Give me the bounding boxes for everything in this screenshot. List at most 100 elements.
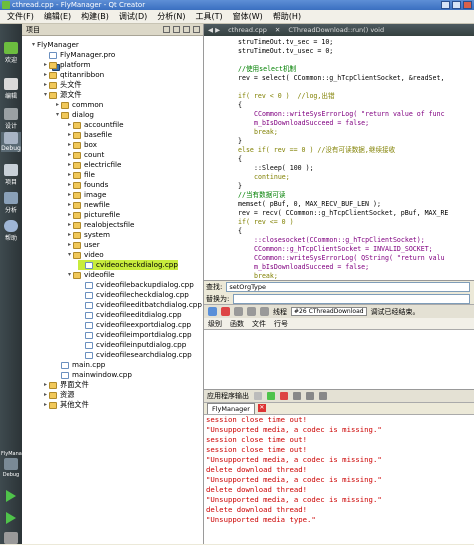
collapse-arrow-icon[interactable]: ▸: [66, 160, 73, 170]
tree-item[interactable]: FlyManager.pro: [42, 50, 115, 60]
mode-analyze[interactable]: 分析: [1, 192, 21, 214]
split-icon[interactable]: [183, 26, 190, 33]
menu-tools[interactable]: 工具(T): [191, 11, 228, 22]
tree-item[interactable]: ▸ picturefile: [66, 210, 120, 220]
collapse-arrow-icon[interactable]: ▸: [66, 170, 73, 180]
collapse-arrow-icon[interactable]: ▸: [66, 200, 73, 210]
tree-item[interactable]: main.cpp: [54, 360, 105, 370]
tree-item[interactable]: cvideocheckdialog.cpp: [78, 260, 178, 270]
expand-arrow-icon[interactable]: ▾: [54, 110, 61, 120]
tree-item[interactable]: ▸ 头文件: [42, 80, 82, 90]
menu-file[interactable]: 文件(F): [2, 11, 39, 22]
expand-arrow-icon[interactable]: ▾: [30, 40, 37, 50]
tree-item[interactable]: cvideofilesearchdialog.cpp: [78, 350, 192, 360]
close-tab-icon[interactable]: ✕: [257, 404, 266, 412]
expand-arrow-icon[interactable]: ▾: [42, 90, 49, 100]
collapse-arrow-icon[interactable]: ▸: [54, 100, 61, 110]
tree-item[interactable]: ▸ image: [66, 190, 106, 200]
stack-view[interactable]: [204, 330, 474, 390]
menu-build[interactable]: 构建(B): [76, 11, 114, 22]
tree-item[interactable]: cvideofileeditbatchdialog.cpp: [78, 300, 202, 310]
tree-item[interactable]: ▾ 源文件: [42, 90, 82, 100]
tree-item[interactable]: cvideofileinputdialog.cpp: [78, 340, 186, 350]
tree-item[interactable]: ▸ system: [66, 230, 110, 240]
menu-edit[interactable]: 编辑(E): [39, 11, 76, 22]
collapse-arrow-icon[interactable]: ▸: [66, 140, 73, 150]
close-file-icon[interactable]: ✕: [275, 26, 280, 34]
code-editor[interactable]: ◀ ▶ cthread.cpp ✕ CThreadDownload::run()…: [204, 24, 474, 280]
collapse-arrow-icon[interactable]: ▸: [66, 230, 73, 240]
stack-col-line[interactable]: 行号: [274, 319, 288, 329]
step-into-icon[interactable]: [247, 307, 256, 316]
collapse-arrow-icon[interactable]: ▸: [42, 60, 49, 70]
collapse-arrow-icon[interactable]: ▸: [42, 80, 49, 90]
collapse-arrow-icon[interactable]: ▸: [66, 220, 73, 230]
collapse-arrow-icon[interactable]: ▸: [42, 390, 49, 400]
mode-help[interactable]: 帮助: [1, 220, 21, 242]
tree-item[interactable]: ▸ basefile: [66, 130, 112, 140]
minimize-button[interactable]: [441, 1, 450, 9]
mode-edit[interactable]: 编辑: [1, 78, 21, 100]
tree-item[interactable]: ▸ platform: [42, 60, 91, 70]
tree-item[interactable]: cvideofilecheckdialog.cpp: [78, 290, 189, 300]
tree-item[interactable]: ▾ videofile: [66, 270, 115, 280]
attach-icon[interactable]: [254, 392, 262, 400]
mode-projects[interactable]: 项目: [1, 164, 21, 186]
tree-item[interactable]: cvideofilebackupdialog.cpp: [78, 280, 194, 290]
step-over-icon[interactable]: [234, 307, 243, 316]
mode-welcome[interactable]: 欢迎: [1, 42, 21, 64]
menu-analyze[interactable]: 分析(N): [152, 11, 190, 22]
collapse-arrow-icon[interactable]: ▸: [66, 150, 73, 160]
tree-item[interactable]: ▸ accountfile: [66, 120, 124, 130]
expand-arrow-icon[interactable]: ▾: [66, 270, 73, 280]
stack-col-file[interactable]: 文件: [252, 319, 266, 329]
zoom-in-icon[interactable]: [306, 392, 314, 400]
tree-item[interactable]: ▾ video: [66, 250, 104, 260]
tree-item[interactable]: ▸ qtitanribbon: [42, 70, 104, 80]
collapse-arrow-icon[interactable]: ▸: [66, 180, 73, 190]
collapse-arrow-icon[interactable]: ▸: [66, 190, 73, 200]
menu-help[interactable]: 帮助(H): [268, 11, 306, 22]
stack-col-function[interactable]: 函数: [230, 319, 244, 329]
collapse-arrow-icon[interactable]: ▸: [66, 240, 73, 250]
tree-item[interactable]: mainwindow.cpp: [54, 370, 132, 380]
clear-output-icon[interactable]: [293, 392, 301, 400]
find-input[interactable]: setOrgType: [226, 282, 470, 292]
tree-item[interactable]: ▸ user: [66, 240, 100, 250]
build-button[interactable]: [1, 532, 21, 545]
mode-debug[interactable]: Debug: [1, 132, 21, 152]
tree-item[interactable]: cvideofileeditdialog.cpp: [78, 310, 182, 320]
maximize-button[interactable]: [452, 1, 461, 9]
tree-item[interactable]: ▸ founds: [66, 180, 108, 190]
link-icon[interactable]: [173, 26, 180, 33]
mode-design[interactable]: 设计: [1, 108, 21, 130]
back-arrow-icon[interactable]: ◀ ▶: [208, 26, 220, 34]
run-button[interactable]: [1, 490, 21, 502]
tree-item[interactable]: ▸ electricfile: [66, 160, 121, 170]
continue-icon[interactable]: [208, 307, 217, 316]
filter-icon[interactable]: [163, 26, 170, 33]
stop-app-icon[interactable]: [280, 392, 288, 400]
tree-item[interactable]: ▸ 其他文件: [42, 400, 89, 410]
collapse-arrow-icon[interactable]: ▸: [42, 70, 49, 80]
collapse-arrow-icon[interactable]: ▸: [66, 210, 73, 220]
tree-item[interactable]: ▸ common: [54, 100, 103, 110]
thread-combo[interactable]: #26 CThreadDownload: [291, 307, 367, 316]
tree-item[interactable]: ▸ file: [66, 170, 95, 180]
tree-item[interactable]: ▸ realobjectsfile: [66, 220, 134, 230]
collapse-arrow-icon[interactable]: ▸: [66, 120, 73, 130]
menu-debug[interactable]: 调试(D): [114, 11, 152, 22]
rerun-icon[interactable]: [267, 392, 275, 400]
close-panel-icon[interactable]: [193, 26, 200, 33]
collapse-arrow-icon[interactable]: ▸: [42, 380, 49, 390]
stack-col-level[interactable]: 级别: [208, 319, 222, 329]
output-tab-flymanager[interactable]: FlyManager: [207, 403, 255, 414]
tree-item[interactable]: cvideofileimportdialog.cpp: [78, 330, 192, 340]
tree-item[interactable]: ▸ box: [66, 140, 97, 150]
tree-item[interactable]: cvideofileexportdialog.cpp: [78, 320, 191, 330]
tree-item[interactable]: ▸ 界面文件: [42, 380, 89, 390]
application-output[interactable]: session close time out! "Unsupported medi…: [204, 415, 474, 544]
code-area[interactable]: struTimeOut.tv_sec = 10; struTimeOut.tv_u…: [204, 36, 474, 280]
step-out-icon[interactable]: [260, 307, 269, 316]
menu-window[interactable]: 窗体(W): [228, 11, 268, 22]
